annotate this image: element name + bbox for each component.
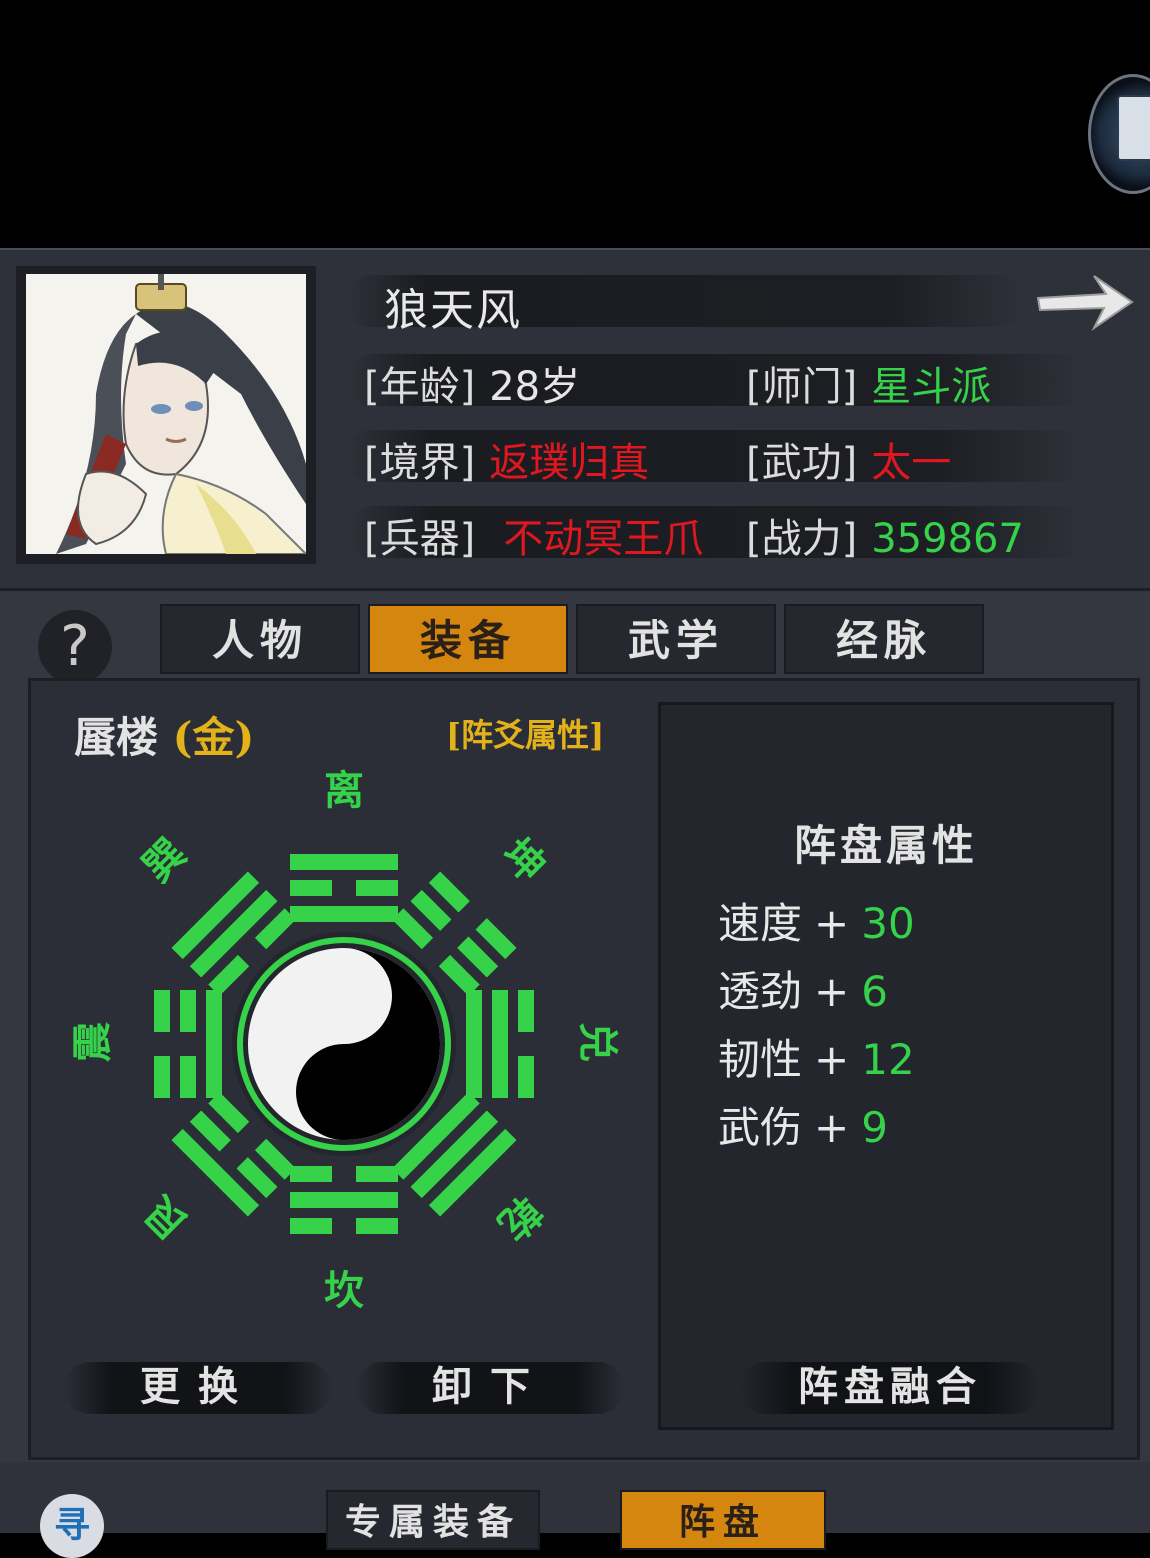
attributes-title: 阵盘属性 xyxy=(794,821,979,870)
replace-button-label: 更换 xyxy=(140,1363,256,1410)
stat-martial-value: 太一 xyxy=(871,440,952,486)
stat-sect-value: 星斗派 xyxy=(871,364,992,410)
yao-line-broken xyxy=(356,1166,398,1182)
stat-sect: [师门] 星斗派 xyxy=(746,354,991,412)
top-bar xyxy=(0,0,1150,248)
attribute-row-speed: 速度 +30 xyxy=(718,890,915,951)
stat-martial-label: [武功] xyxy=(746,440,858,486)
attribute-name: 武伤 xyxy=(718,1103,803,1152)
tab-exclusive-equipment[interactable]: 专属装备 xyxy=(326,1490,540,1550)
stat-power-label: [战力] xyxy=(746,516,858,562)
plus-sign: + xyxy=(814,899,850,948)
fuse-button-label: 阵盘融合 xyxy=(798,1363,982,1410)
trigram-label-qian: 乾 xyxy=(489,1187,551,1249)
trigram-label-kan: 坎 xyxy=(324,1267,364,1314)
stat-power-value: 359867 xyxy=(871,516,1024,562)
yao-line-broken xyxy=(180,1056,196,1098)
next-character-arrow-icon[interactable] xyxy=(1034,268,1134,334)
unequip-button-label: 卸下 xyxy=(432,1363,548,1410)
yao-line-broken xyxy=(290,1218,332,1234)
trigram-label-zhen: 震 xyxy=(69,1022,116,1062)
attribute-row-martial-damage: 武伤 +9 xyxy=(718,1094,888,1155)
stat-age-value: 28岁 xyxy=(489,364,581,410)
yao-line-solid xyxy=(466,990,482,1098)
stat-martial: [武功] 太一 xyxy=(746,430,951,488)
yao-line-broken xyxy=(180,990,196,1032)
stat-realm-value: 返璞归真 xyxy=(489,440,650,486)
attribute-name: 透劲 xyxy=(718,967,803,1016)
trigram-label-kun: 坤 xyxy=(493,830,555,892)
attribute-row-penetration: 透劲 +6 xyxy=(718,958,888,1019)
trigram-label-gen: 艮 xyxy=(135,1186,197,1248)
stat-weapon-label: [兵器] xyxy=(364,516,476,562)
yao-line-solid xyxy=(492,990,508,1098)
bagua-diagram: 离 坤 兑 乾 坎 艮 震 巽 xyxy=(69,767,621,1314)
stat-age-label: [年龄] xyxy=(364,364,476,410)
stat-realm-label: [境界] xyxy=(364,440,476,486)
yao-line-broken xyxy=(518,1056,534,1098)
yin-yang-icon xyxy=(232,932,456,1156)
scroll-icon-inner xyxy=(1117,95,1150,161)
portrait-illustration xyxy=(56,274,306,554)
attribute-name: 韧性 xyxy=(718,1035,803,1084)
yao-line-broken xyxy=(356,880,398,896)
tab-martial-arts[interactable]: 武学 xyxy=(576,604,776,674)
help-button[interactable]: ? xyxy=(38,610,112,684)
plus-sign: + xyxy=(814,1103,850,1152)
yao-line-broken xyxy=(518,990,534,1032)
portrait-paper xyxy=(26,274,306,554)
tab-equipment[interactable]: 装备 xyxy=(368,604,568,674)
attribute-value: 9 xyxy=(861,1103,888,1152)
tab-character[interactable]: 人物 xyxy=(160,604,360,674)
yao-line-solid xyxy=(290,906,398,922)
stat-weapon: [兵器] 不动冥王爪 xyxy=(364,506,703,564)
plus-sign: + xyxy=(814,967,850,1016)
formation-yao-attributes-link[interactable]: [阵爻属性] xyxy=(446,710,604,756)
yao-line-broken xyxy=(356,1218,398,1234)
yao-line-broken xyxy=(290,1166,332,1182)
yao-line-broken xyxy=(290,880,332,896)
tab-meridians[interactable]: 经脉 xyxy=(784,604,984,674)
stat-power: [战力] 359867 xyxy=(746,506,1024,564)
plus-sign: + xyxy=(814,1035,850,1084)
trigram-li xyxy=(290,854,398,922)
replace-button[interactable]: 更换 xyxy=(64,1356,332,1418)
character-portrait xyxy=(16,266,316,564)
attribute-value: 12 xyxy=(861,1035,915,1084)
trigram-zhen xyxy=(154,990,222,1098)
trigram-dui xyxy=(466,990,534,1098)
character-name: 狼天风 xyxy=(384,285,522,336)
stat-age: [年龄] 28岁 xyxy=(364,354,580,412)
tab-formation-disk[interactable]: 阵盘 xyxy=(620,1490,826,1550)
attribute-name: 速度 xyxy=(718,899,803,948)
stat-sect-label: [师门] xyxy=(746,364,858,410)
trigram-label-dui: 兑 xyxy=(574,1022,621,1062)
stat-weapon-value: 不动冥王爪 xyxy=(503,516,704,562)
yao-line-broken xyxy=(154,990,170,1032)
yao-line-solid xyxy=(290,854,398,870)
trigram-label-xun: 巽 xyxy=(134,830,196,892)
trigram-label-li: 离 xyxy=(324,767,364,814)
search-icon[interactable]: 寻 xyxy=(40,1494,104,1558)
yao-line-broken xyxy=(154,1056,170,1098)
attribute-row-toughness: 韧性 +12 xyxy=(718,1026,915,1087)
formation-element: (金) xyxy=(172,713,255,762)
bottom-bar xyxy=(0,1462,1150,1533)
formation-fuse-button[interactable]: 阵盘融合 xyxy=(740,1356,1040,1418)
attribute-value: 30 xyxy=(861,899,915,948)
yao-line-solid xyxy=(290,1192,398,1208)
yao-line-solid xyxy=(206,990,222,1098)
unequip-button[interactable]: 卸下 xyxy=(356,1356,624,1418)
stat-realm: [境界] 返璞归真 xyxy=(364,430,649,488)
attribute-value: 6 xyxy=(861,967,888,1016)
formation-name: 蜃楼 xyxy=(74,713,159,762)
trigram-kan xyxy=(290,1166,398,1234)
